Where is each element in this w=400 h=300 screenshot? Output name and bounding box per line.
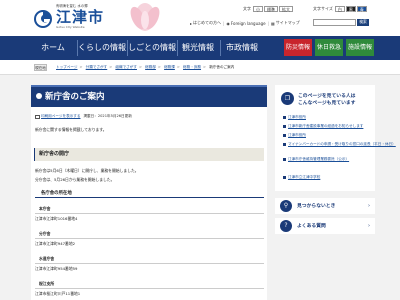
faq-card[interactable]: ? よくある質問 ›	[275, 218, 375, 234]
bg-blue-button[interactable]: 青	[356, 6, 367, 12]
font-size-standard-button[interactable]: 標準	[264, 6, 278, 12]
breadcrumb-current: 新庁舎のご案内	[209, 65, 235, 69]
section-heading: 新庁舎の開庁	[34, 148, 264, 161]
site-logo[interactable]: 有明海を望む 水の郷 江津市 Gotsu City Website	[33, 4, 104, 34]
section-text: 分庁舎は、5月26日から業務を開始しました。	[35, 177, 115, 182]
pages-icon: ❐	[281, 92, 294, 105]
page-title-bar: 新庁舎のご案内	[31, 85, 267, 107]
related-link[interactable]: 江津市役所	[283, 133, 306, 138]
beginners-link[interactable]: はじめての方へ	[193, 20, 221, 26]
city-emblem-icon	[34, 10, 52, 28]
question-icon: ?	[280, 220, 292, 232]
font-size-small-button[interactable]: 小	[253, 6, 263, 12]
intro-text: 新庁舎に関する情報を掲載しております。	[35, 127, 107, 132]
foreign-language-link[interactable]: Foreign language	[231, 21, 266, 26]
article-meta: 印刷用ページを表示する 掲載日：2021年5月26日更新	[35, 114, 132, 119]
breadcrumb-current-label: 現在地	[34, 64, 47, 71]
nav-item-living[interactable]: くらしの情報	[78, 36, 126, 60]
nav-item-tourism[interactable]: 観光情報	[178, 36, 218, 60]
logo-title: 江津市	[56, 8, 105, 26]
print-page-link[interactable]: 印刷用ページを表示する	[41, 114, 80, 119]
related-link[interactable]: 江津市新庁舎建設事業の経過をお知らせします	[283, 124, 363, 129]
related-pages-box: ❐ このページを見ている人は こんなページも見ています 江津市役所 江津市新庁舎…	[275, 85, 396, 191]
nav-item-government[interactable]: 市政情報	[222, 36, 262, 60]
related-pages-heading: ❐ このページを見ている人は こんなページも見ています	[281, 90, 371, 108]
not-found-card[interactable]: ⚲ 見つからないとき ›	[275, 198, 375, 214]
chevron-right-icon: ›	[368, 223, 370, 229]
utility-links: ▸ はじめての方へ | ◉ Foreign language | ▦ サイトマッ…	[190, 20, 300, 26]
globe-icon: ◉	[226, 20, 230, 26]
location-name: 分庁舎	[39, 231, 51, 236]
related-link[interactable]: 江津市庁舎維持管理業務委託（公示）	[283, 157, 349, 162]
breadcrumb-item[interactable]: 組織でさがす	[115, 65, 137, 69]
location-address: 江津市江津町954番地59	[35, 266, 78, 271]
location-name: 水道庁舎	[39, 256, 55, 261]
sidebar: ❐ このページを見ている人は こんなページも見ています 江津市役所 江津市新庁舎…	[275, 85, 396, 300]
breadcrumb-item[interactable]: 分類でさがす	[86, 65, 108, 69]
text-size-label: 文字サイズ	[313, 6, 333, 11]
search-input[interactable]	[313, 19, 356, 26]
bg-black-button[interactable]: 黒	[345, 6, 356, 12]
beginners-icon: ▸	[190, 20, 193, 26]
color-controls: 文字サイズ 白 黒 青	[313, 6, 367, 12]
breadcrumb: 現在地 トップページ > 分類でさがす > 組織でさがす > 総務部 > 総務課 > 総務…	[0, 60, 400, 75]
sitemap-link[interactable]: サイトマップ	[276, 20, 300, 26]
search-button[interactable]: 検索	[357, 19, 369, 26]
title-bullet-icon	[36, 93, 42, 99]
bg-white-button[interactable]: 白	[334, 6, 345, 12]
sitemap-icon: ▦	[270, 20, 275, 26]
nav-item-work[interactable]: しごとの情報	[128, 36, 176, 60]
holiday-emergency-button[interactable]: 休日救急	[315, 39, 343, 56]
breadcrumb-item[interactable]: 総務課	[164, 65, 175, 69]
disaster-info-button[interactable]: 防災情報	[284, 39, 312, 56]
font-size-large-button[interactable]: 拡大	[279, 6, 293, 12]
location-address: 江津市江津町1016番地4	[35, 216, 78, 221]
print-icon	[35, 114, 40, 119]
site-header: 有明海を望む 水の郷 江津市 Gotsu City Website 文字 小 標…	[0, 0, 400, 36]
section-text: 新庁舎は5月6日（木曜日）に開庁し、業務を開始しました。	[35, 168, 139, 173]
breadcrumb-item[interactable]: 総務部	[145, 65, 156, 69]
page-title: 新庁舎のご案内	[45, 92, 105, 102]
sub-heading: 各庁舎の所在地	[35, 189, 264, 198]
breadcrumb-trail: トップページ > 分類でさがす > 組織でさがす > 総務部 > 総務課 > 総務・庶務 >…	[56, 65, 235, 69]
main-area: 新庁舎のご案内 印刷用ページを表示する 掲載日：2021年5月26日更新 新庁舎…	[0, 75, 400, 300]
font-size-controls: 文字 小 標準 拡大	[243, 6, 293, 12]
search-icon: ⚲	[280, 200, 292, 212]
article: 新庁舎のご案内 印刷用ページを表示する 掲載日：2021年5月26日更新 新庁舎…	[31, 85, 267, 300]
nav-item-home[interactable]: ホーム	[33, 36, 73, 60]
related-link[interactable]: マイナンバーカードの申請・受け取りの窓口の延長（平日・休日）	[283, 142, 396, 147]
facility-info-button[interactable]: 施設情報	[346, 39, 374, 56]
updated-date: 掲載日：2021年5月26日更新	[83, 114, 132, 118]
breadcrumb-item[interactable]: トップページ	[56, 65, 78, 69]
location-address: 江津市江津町947番地2	[35, 241, 76, 246]
global-nav: ホーム くらしの情報 しごとの情報 観光情報 市政情報 防災情報 休日救急 施設…	[0, 36, 400, 60]
chevron-right-icon: ›	[368, 203, 370, 209]
location-address: 江津市桜江町川戸11番地1	[35, 291, 81, 296]
breadcrumb-item[interactable]: 総務・庶務	[183, 65, 201, 69]
related-link[interactable]: 江津市立江津中学校	[283, 175, 320, 180]
location-name: 本庁舎	[39, 206, 51, 211]
flower-decoration-icon	[130, 3, 160, 31]
font-size-label: 文字	[243, 6, 251, 11]
related-link[interactable]: 江津市役所	[283, 115, 306, 120]
location-name: 桜江支所	[39, 281, 55, 286]
